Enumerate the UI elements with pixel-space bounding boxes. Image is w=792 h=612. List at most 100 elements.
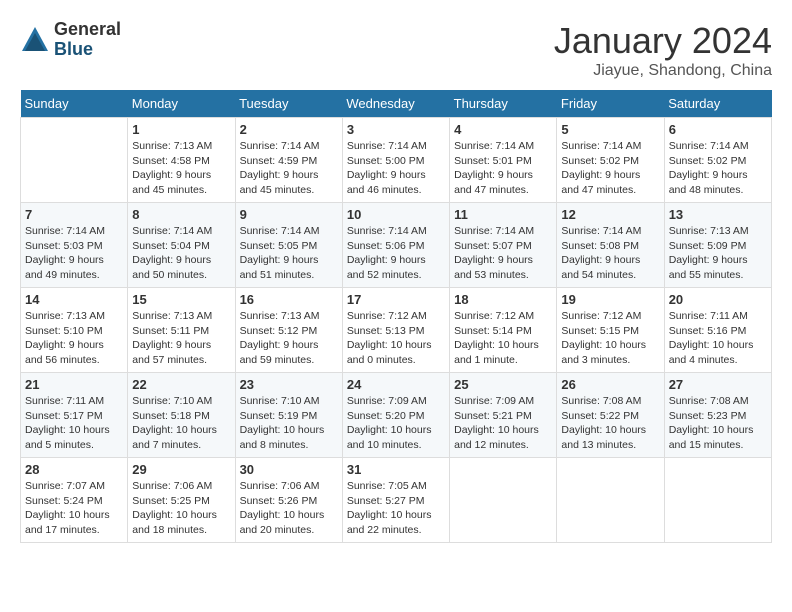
day-info: Sunrise: 7:12 AM Sunset: 5:15 PM Dayligh…: [561, 309, 659, 368]
sunrise-text: Sunrise: 7:14 AM: [240, 225, 320, 237]
day-number: 20: [669, 292, 767, 307]
day-info: Sunrise: 7:14 AM Sunset: 5:03 PM Dayligh…: [25, 224, 123, 283]
day-info: Sunrise: 7:14 AM Sunset: 5:02 PM Dayligh…: [561, 139, 659, 198]
calendar-cell: 25 Sunrise: 7:09 AM Sunset: 5:21 PM Dayl…: [450, 373, 557, 458]
daylight-text: Daylight: 10 hours and 12 minutes.: [454, 424, 539, 451]
day-info: Sunrise: 7:13 AM Sunset: 5:12 PM Dayligh…: [240, 309, 338, 368]
day-info: Sunrise: 7:10 AM Sunset: 5:18 PM Dayligh…: [132, 394, 230, 453]
day-info: Sunrise: 7:14 AM Sunset: 5:04 PM Dayligh…: [132, 224, 230, 283]
calendar-cell: 11 Sunrise: 7:14 AM Sunset: 5:07 PM Dayl…: [450, 203, 557, 288]
daylight-text: Daylight: 9 hours and 54 minutes.: [561, 254, 640, 281]
daylight-text: Daylight: 9 hours and 47 minutes.: [561, 169, 640, 196]
calendar-cell: 14 Sunrise: 7:13 AM Sunset: 5:10 PM Dayl…: [21, 288, 128, 373]
sunrise-text: Sunrise: 7:06 AM: [132, 480, 212, 492]
sunset-text: Sunset: 4:58 PM: [132, 155, 210, 167]
page-header: General Blue January 2024 Jiayue, Shando…: [20, 20, 772, 80]
sunrise-text: Sunrise: 7:14 AM: [669, 140, 749, 152]
day-number: 4: [454, 122, 552, 137]
logo-blue: Blue: [54, 40, 121, 60]
day-number: 23: [240, 377, 338, 392]
calendar-week-row: 28 Sunrise: 7:07 AM Sunset: 5:24 PM Dayl…: [21, 458, 772, 543]
sunset-text: Sunset: 5:14 PM: [454, 325, 532, 337]
sunrise-text: Sunrise: 7:14 AM: [132, 225, 212, 237]
sunrise-text: Sunrise: 7:11 AM: [25, 395, 104, 407]
calendar-cell: 9 Sunrise: 7:14 AM Sunset: 5:05 PM Dayli…: [235, 203, 342, 288]
sunset-text: Sunset: 5:27 PM: [347, 495, 425, 507]
sunset-text: Sunset: 5:25 PM: [132, 495, 210, 507]
calendar-cell: 17 Sunrise: 7:12 AM Sunset: 5:13 PM Dayl…: [342, 288, 449, 373]
location-subtitle: Jiayue, Shandong, China: [554, 62, 772, 80]
sunrise-text: Sunrise: 7:09 AM: [454, 395, 534, 407]
day-info: Sunrise: 7:10 AM Sunset: 5:19 PM Dayligh…: [240, 394, 338, 453]
day-info: Sunrise: 7:13 AM Sunset: 5:11 PM Dayligh…: [132, 309, 230, 368]
day-number: 3: [347, 122, 445, 137]
sunrise-text: Sunrise: 7:11 AM: [669, 310, 748, 322]
daylight-text: Daylight: 10 hours and 10 minutes.: [347, 424, 432, 451]
sunset-text: Sunset: 5:08 PM: [561, 240, 639, 252]
calendar-cell: 8 Sunrise: 7:14 AM Sunset: 5:04 PM Dayli…: [128, 203, 235, 288]
day-info: Sunrise: 7:14 AM Sunset: 5:08 PM Dayligh…: [561, 224, 659, 283]
daylight-text: Daylight: 10 hours and 0 minutes.: [347, 339, 432, 366]
sunrise-text: Sunrise: 7:10 AM: [240, 395, 320, 407]
calendar-cell: [557, 458, 664, 543]
daylight-text: Daylight: 10 hours and 8 minutes.: [240, 424, 325, 451]
calendar-cell: 3 Sunrise: 7:14 AM Sunset: 5:00 PM Dayli…: [342, 118, 449, 203]
sunrise-text: Sunrise: 7:13 AM: [132, 310, 212, 322]
logo-general: General: [54, 20, 121, 40]
daylight-text: Daylight: 10 hours and 15 minutes.: [669, 424, 754, 451]
sunrise-text: Sunrise: 7:05 AM: [347, 480, 427, 492]
sunset-text: Sunset: 5:17 PM: [25, 410, 103, 422]
calendar-cell: 1 Sunrise: 7:13 AM Sunset: 4:58 PM Dayli…: [128, 118, 235, 203]
day-number: 25: [454, 377, 552, 392]
sunset-text: Sunset: 5:15 PM: [561, 325, 639, 337]
calendar-cell: 5 Sunrise: 7:14 AM Sunset: 5:02 PM Dayli…: [557, 118, 664, 203]
sunrise-text: Sunrise: 7:12 AM: [561, 310, 641, 322]
day-number: 7: [25, 207, 123, 222]
day-info: Sunrise: 7:14 AM Sunset: 5:02 PM Dayligh…: [669, 139, 767, 198]
sunset-text: Sunset: 5:23 PM: [669, 410, 747, 422]
sunset-text: Sunset: 5:16 PM: [669, 325, 747, 337]
calendar-cell: 12 Sunrise: 7:14 AM Sunset: 5:08 PM Dayl…: [557, 203, 664, 288]
day-of-week-header: Wednesday: [342, 90, 449, 118]
day-number: 11: [454, 207, 552, 222]
sunset-text: Sunset: 5:05 PM: [240, 240, 318, 252]
day-number: 31: [347, 462, 445, 477]
day-info: Sunrise: 7:11 AM Sunset: 5:16 PM Dayligh…: [669, 309, 767, 368]
sunset-text: Sunset: 5:07 PM: [454, 240, 532, 252]
calendar-cell: 29 Sunrise: 7:06 AM Sunset: 5:25 PM Dayl…: [128, 458, 235, 543]
daylight-text: Daylight: 10 hours and 3 minutes.: [561, 339, 646, 366]
sunset-text: Sunset: 5:24 PM: [25, 495, 103, 507]
day-info: Sunrise: 7:07 AM Sunset: 5:24 PM Dayligh…: [25, 479, 123, 538]
logo-text: General Blue: [54, 20, 121, 60]
daylight-text: Daylight: 10 hours and 17 minutes.: [25, 509, 110, 536]
day-info: Sunrise: 7:14 AM Sunset: 5:00 PM Dayligh…: [347, 139, 445, 198]
daylight-text: Daylight: 10 hours and 7 minutes.: [132, 424, 217, 451]
sunrise-text: Sunrise: 7:12 AM: [347, 310, 427, 322]
day-info: Sunrise: 7:08 AM Sunset: 5:23 PM Dayligh…: [669, 394, 767, 453]
day-number: 17: [347, 292, 445, 307]
day-number: 1: [132, 122, 230, 137]
sunrise-text: Sunrise: 7:13 AM: [25, 310, 105, 322]
day-info: Sunrise: 7:08 AM Sunset: 5:22 PM Dayligh…: [561, 394, 659, 453]
sunrise-text: Sunrise: 7:13 AM: [240, 310, 320, 322]
daylight-text: Daylight: 9 hours and 47 minutes.: [454, 169, 533, 196]
sunset-text: Sunset: 5:02 PM: [561, 155, 639, 167]
day-of-week-header: Monday: [128, 90, 235, 118]
calendar-cell: 15 Sunrise: 7:13 AM Sunset: 5:11 PM Dayl…: [128, 288, 235, 373]
sunrise-text: Sunrise: 7:14 AM: [561, 140, 641, 152]
day-info: Sunrise: 7:06 AM Sunset: 5:26 PM Dayligh…: [240, 479, 338, 538]
sunset-text: Sunset: 5:10 PM: [25, 325, 103, 337]
sunset-text: Sunset: 5:03 PM: [25, 240, 103, 252]
sunset-text: Sunset: 5:20 PM: [347, 410, 425, 422]
sunrise-text: Sunrise: 7:08 AM: [669, 395, 749, 407]
calendar-week-row: 14 Sunrise: 7:13 AM Sunset: 5:10 PM Dayl…: [21, 288, 772, 373]
calendar-week-row: 1 Sunrise: 7:13 AM Sunset: 4:58 PM Dayli…: [21, 118, 772, 203]
daylight-text: Daylight: 9 hours and 53 minutes.: [454, 254, 533, 281]
daylight-text: Daylight: 9 hours and 45 minutes.: [240, 169, 319, 196]
day-info: Sunrise: 7:13 AM Sunset: 5:10 PM Dayligh…: [25, 309, 123, 368]
sunrise-text: Sunrise: 7:14 AM: [454, 225, 534, 237]
day-number: 14: [25, 292, 123, 307]
sunrise-text: Sunrise: 7:13 AM: [132, 140, 212, 152]
calendar-cell: 16 Sunrise: 7:13 AM Sunset: 5:12 PM Dayl…: [235, 288, 342, 373]
day-number: 26: [561, 377, 659, 392]
